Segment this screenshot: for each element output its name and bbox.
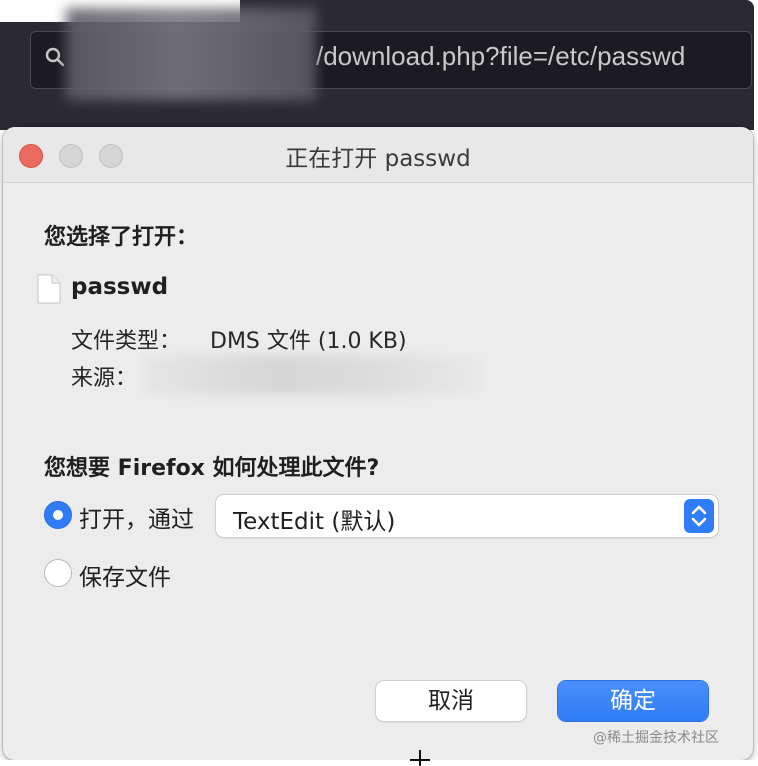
file-type-value: DMS 文件 (1.0 KB) xyxy=(210,329,407,354)
save-file-radio[interactable] xyxy=(44,559,72,587)
source-label: 来源： xyxy=(71,366,138,391)
document-icon xyxy=(37,274,61,304)
open-with-label: 打开，通过 xyxy=(79,507,194,533)
ok-button[interactable]: 确定 xyxy=(558,681,708,721)
open-with-app-value: TextEdit (默认) xyxy=(233,509,396,535)
screenshot-root: /download.php?file=/etc/passwd 正在打开 pass… xyxy=(0,0,758,766)
handling-question: 您想要 Firefox 如何处理此文件? xyxy=(44,456,380,481)
dialog-titlebar: 正在打开 passwd xyxy=(3,127,753,183)
open-with-app-select[interactable]: TextEdit (默认) xyxy=(216,495,718,537)
open-file-dialog: 正在打开 passwd 您选择了打开： passwd 文件类型： DMS 文件 … xyxy=(3,127,753,760)
save-file-label: 保存文件 xyxy=(79,565,171,591)
cancel-button[interactable]: 取消 xyxy=(376,681,526,721)
file-name: passwd xyxy=(71,274,169,300)
file-type-label: 文件类型： xyxy=(71,329,182,354)
side-edge xyxy=(754,0,758,766)
you-chose-label: 您选择了打开： xyxy=(44,225,199,250)
url-text: /download.php?file=/etc/passwd xyxy=(316,41,686,71)
url-redacted-blur xyxy=(66,8,316,100)
bottom-edge xyxy=(0,760,758,766)
open-with-radio[interactable] xyxy=(44,501,72,529)
crosshair-cursor-icon xyxy=(410,750,430,766)
source-redacted-blur xyxy=(143,355,483,395)
chevron-updown-icon xyxy=(684,499,714,533)
dialog-title: 正在打开 passwd xyxy=(285,146,471,172)
watermark-text: @稀土掘金技术社区 xyxy=(593,730,719,746)
search-icon xyxy=(45,47,65,67)
